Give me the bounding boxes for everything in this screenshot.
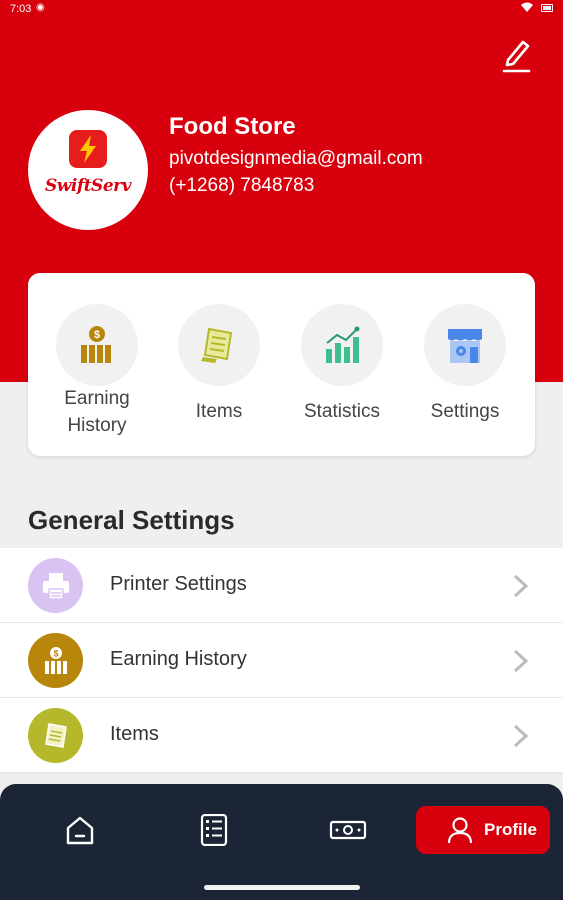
chart-icon bbox=[326, 326, 360, 363]
pencil-icon bbox=[502, 40, 531, 73]
chevron-right-icon bbox=[513, 574, 529, 598]
quick-action-label: Items bbox=[195, 401, 243, 422]
bottom-navigation: Profile bbox=[0, 784, 563, 900]
chevron-right-icon bbox=[513, 724, 529, 748]
quick-action-label-line2: History bbox=[67, 415, 127, 436]
orders-icon bbox=[200, 813, 228, 847]
printer-icon bbox=[43, 573, 69, 600]
quick-actions-card: $ Earning History Items Statistics Setti… bbox=[28, 273, 535, 456]
money-stack-icon: $ bbox=[81, 326, 111, 363]
list-item-label: Items bbox=[110, 723, 159, 745]
receipt-icon bbox=[201, 327, 233, 363]
money-stack-icon: $ bbox=[45, 647, 67, 674]
logo-wordmark: SwiftServ bbox=[45, 176, 131, 196]
battery-icon bbox=[541, 4, 553, 12]
quick-action-icon-circle bbox=[178, 304, 260, 386]
quick-action-label-line1: Earning bbox=[64, 388, 130, 409]
nav-cash-button[interactable] bbox=[328, 814, 368, 846]
status-bar: 7:03 ◉ bbox=[0, 0, 563, 18]
quick-action-earning-history[interactable]: $ Earning History bbox=[36, 273, 158, 456]
nav-orders-button[interactable] bbox=[194, 813, 234, 847]
status-time: 7:03 bbox=[10, 3, 32, 15]
wifi-icon bbox=[521, 2, 533, 15]
row-icon-circle: $ bbox=[28, 633, 83, 688]
nav-home-button[interactable] bbox=[60, 814, 100, 846]
quick-action-icon-circle bbox=[301, 304, 383, 386]
store-email: pivotdesignmedia@gmail.com bbox=[169, 148, 423, 169]
lightning-icon bbox=[80, 135, 96, 163]
nav-profile-button[interactable]: Profile bbox=[416, 806, 550, 854]
list-item-label: Printer Settings bbox=[110, 573, 247, 595]
list-item-label: Earning History bbox=[110, 648, 247, 670]
store-gear-icon bbox=[448, 329, 482, 363]
quick-action-items[interactable]: Items bbox=[158, 273, 280, 456]
edit-profile-button[interactable] bbox=[496, 34, 536, 74]
quick-action-icon-circle bbox=[424, 304, 506, 386]
row-icon-circle bbox=[28, 558, 83, 613]
receipt-icon bbox=[45, 723, 67, 748]
home-indicator bbox=[204, 885, 360, 890]
nav-profile-label: Profile bbox=[484, 820, 537, 839]
general-settings-title: General Settings bbox=[28, 505, 235, 535]
quick-action-label: Settings bbox=[430, 401, 500, 422]
quick-action-icon-circle: $ bbox=[56, 304, 138, 386]
quick-action-label: Statistics bbox=[303, 401, 381, 422]
list-item-items[interactable]: Items bbox=[0, 698, 563, 773]
store-phone: (+1268) 7848783 bbox=[169, 175, 315, 196]
store-avatar: SwiftServ bbox=[28, 110, 148, 230]
chevron-right-icon bbox=[513, 649, 529, 673]
user-icon bbox=[447, 817, 473, 844]
svg-text:$: $ bbox=[53, 649, 58, 659]
svg-text:$: $ bbox=[94, 329, 100, 341]
home-icon bbox=[66, 816, 94, 845]
location-icon: ◉ bbox=[36, 2, 45, 13]
logo-badge bbox=[69, 130, 107, 168]
row-icon-circle bbox=[28, 708, 83, 763]
settings-list: Printer Settings $ Earning History Items bbox=[0, 548, 563, 773]
quick-action-statistics[interactable]: Statistics bbox=[281, 273, 403, 456]
cash-icon bbox=[329, 820, 367, 840]
list-item-earning-history[interactable]: $ Earning History bbox=[0, 623, 563, 698]
store-name: Food Store bbox=[169, 113, 296, 140]
list-item-printer-settings[interactable]: Printer Settings bbox=[0, 548, 563, 623]
quick-action-settings[interactable]: Settings bbox=[404, 273, 526, 456]
